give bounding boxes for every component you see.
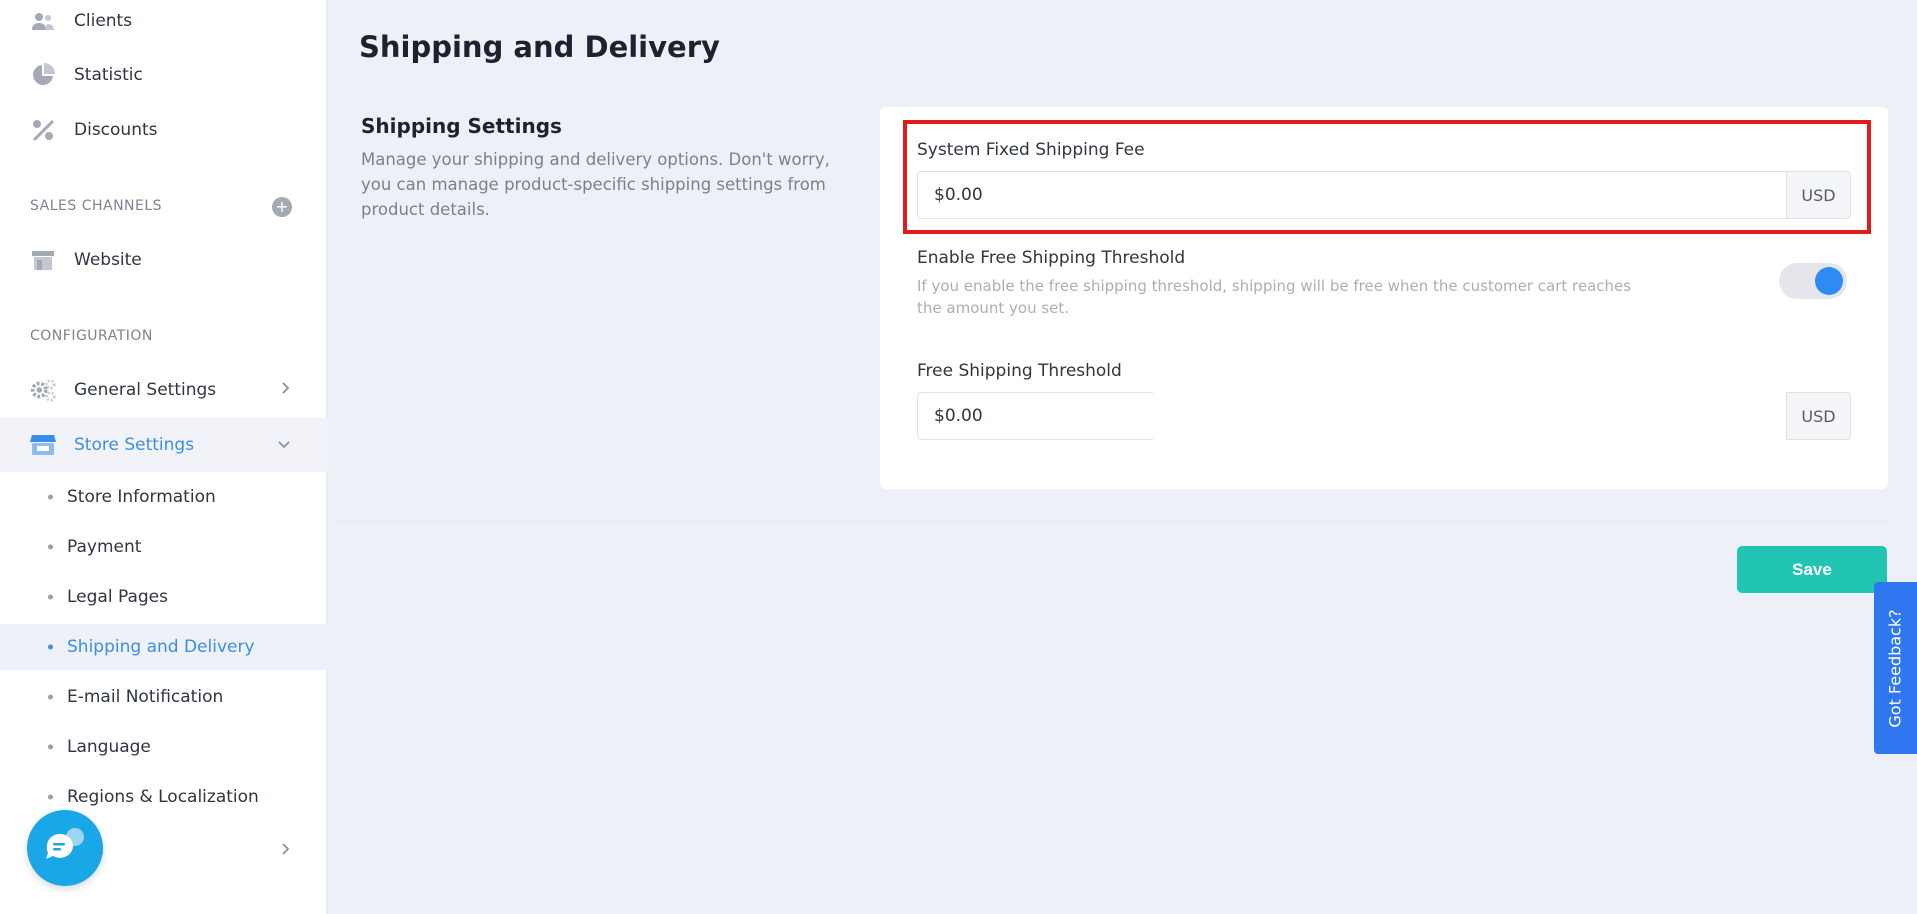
sidebar-subitem-label: Language [67,737,151,757]
sidebar-item-label: Clients [74,11,133,31]
fixed-fee-input-group: $0.00 USD [917,171,1851,219]
input-gap [1153,392,1786,440]
fixed-fee-input[interactable]: $0.00 [917,171,1786,219]
bullet-icon [48,744,53,750]
free-threshold-input-group: $0.00 USD [917,392,1851,440]
chevron-right-icon [281,380,291,400]
percent-icon [30,117,56,143]
sidebar-subitem-label: Regions & Localization [67,787,259,807]
free-shipping-toggle[interactable] [1779,263,1847,299]
sidebar-subitem-email-notification[interactable]: E-mail Notification [0,674,327,720]
sidebar-item-label: Website [74,250,142,270]
sidebar-subitem-shipping-and-delivery[interactable]: Shipping and Delivery [0,624,327,670]
bullet-icon [48,794,53,800]
feedback-tab[interactable]: Got Feedback? [1874,582,1917,754]
sidebar-item-store-settings[interactable]: Store Settings [0,418,327,472]
sidebar-item-label: General Settings [74,380,217,400]
free-threshold-input[interactable]: $0.00 [917,392,1153,440]
fixed-fee-label: System Fixed Shipping Fee [917,140,1145,160]
sidebar-subitem-store-information[interactable]: Store Information [0,474,327,520]
sidebar-subitem-label: Store Information [67,487,216,507]
chevron-down-icon [277,435,291,455]
sidebar-subitem-payment[interactable]: Payment [0,524,327,570]
sidebar-subitem-label: Legal Pages [67,587,168,607]
page-title: Shipping and Delivery [359,30,720,64]
free-threshold-label: Free Shipping Threshold [917,361,1122,381]
sidebar-item-discounts[interactable]: Discounts [0,103,327,157]
chat-support-button[interactable] [27,810,103,886]
chat-icon [42,826,88,870]
users-icon [30,8,56,34]
section-description: Manage your shipping and delivery option… [361,150,830,219]
sidebar-subitem-label: Payment [67,537,142,557]
sidebar-item-general-settings[interactable]: General Settings [0,363,327,417]
bullet-icon [48,494,53,500]
pie-chart-icon [30,62,56,88]
configuration-title: CONFIGURATION [30,328,153,344]
bullet-icon [48,544,53,550]
feedback-label: Got Feedback? [1886,608,1906,728]
toggle-knob [1815,267,1843,295]
sidebar-item-label: Statistic [74,65,143,85]
gears-icon [30,377,56,403]
sales-channels-title: SALES CHANNELS [30,198,163,214]
currency-addon: USD [1786,392,1851,440]
shop-icon [30,432,56,458]
sidebar-subitem-label: E-mail Notification [67,687,224,707]
bullet-icon [48,644,53,650]
save-button[interactable]: Save [1737,546,1887,593]
sidebar-subitem-label: Shipping and Delivery [67,637,255,657]
chevron-right-icon [281,841,291,861]
store-icon [30,247,56,273]
add-sales-channel-icon[interactable]: + [272,197,292,217]
sidebar-item-label: Store Settings [74,435,195,455]
sidebar-item-clients[interactable]: Clients [0,0,327,48]
bullet-icon [48,594,53,600]
section-heading: Shipping Settings [361,114,562,138]
sidebar-item-statistic[interactable]: Statistic [0,48,327,102]
sidebar-item-label: Discounts [74,120,158,140]
free-shipping-help-text: If you enable the free shipping threshol… [917,277,1632,317]
sidebar-subitem-language[interactable]: Language [0,724,327,770]
free-shipping-toggle-label: Enable Free Shipping Threshold [917,248,1186,268]
bullet-icon [48,694,53,700]
sidebar-item-website[interactable]: Website [0,233,327,287]
sidebar-subitem-legal-pages[interactable]: Legal Pages [0,574,327,620]
sidebar: Clients Statistic Discounts SALES CHANNE… [0,0,327,914]
currency-addon: USD [1786,171,1851,219]
